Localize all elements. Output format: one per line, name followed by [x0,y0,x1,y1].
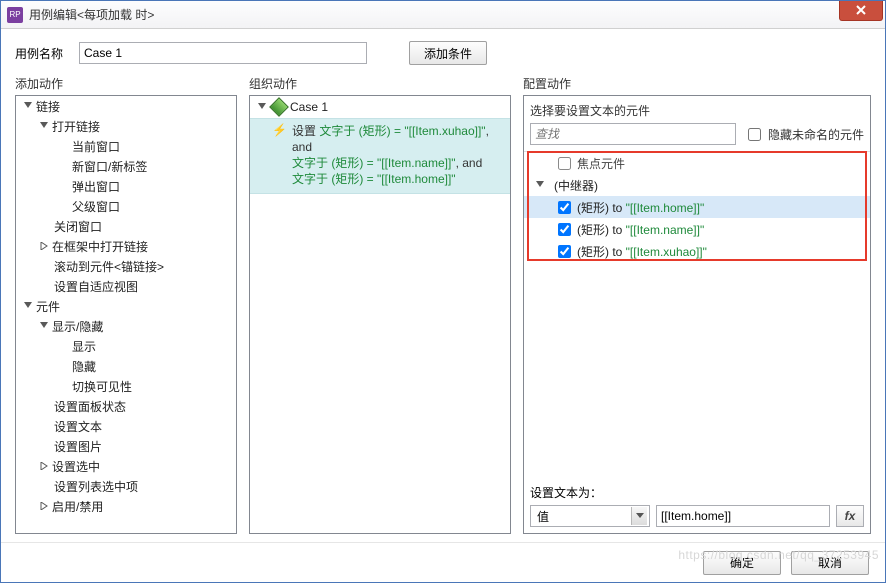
add-condition-button[interactable]: 添加条件 [409,41,487,65]
titlebar: RP 用例编辑<每项加载 时> [1,1,885,29]
hide-unnamed-checkbox[interactable] [748,128,761,141]
action-text: 设置 文字于 (矩形) = "[[Item.xuhao]]", and 文字于 … [292,123,504,187]
tree-show[interactable]: 显示 [16,336,236,356]
repeater-row[interactable]: (中继器) [524,174,870,196]
tree-set-list-sel[interactable]: 设置列表选中项 [16,476,236,496]
tree-open-in-frame[interactable]: 在框架中打开链接 [16,236,236,256]
tree-set-selected[interactable]: 设置选中 [16,456,236,476]
tree-group-link[interactable]: 链接 [16,96,236,116]
close-button[interactable] [839,1,883,21]
tree-toggle-vis[interactable]: 切换可见性 [16,376,236,396]
set-text-label: 设置文本为： [530,484,864,501]
tree-open-link[interactable]: 打开链接 [16,116,236,136]
fx-button[interactable]: fx [836,505,864,527]
value-input[interactable] [656,505,830,527]
dialog-footer: 确定 取消 [1,542,885,582]
focus-component-row[interactable]: 焦点元件 [524,152,870,174]
tree-set-text[interactable]: 设置文本 [16,416,236,436]
widget-checkbox[interactable] [558,201,571,214]
tree-scroll-anchor[interactable]: 滚动到元件<锚链接> [16,256,236,276]
tree-hide[interactable]: 隐藏 [16,356,236,376]
window-title: 用例编辑<每项加载 时> [29,6,839,23]
case-name-input[interactable] [79,42,367,64]
combo-value: 值 [537,508,549,525]
mid-header: 组织动作 [249,75,511,95]
action-item[interactable]: ⚡ 设置 文字于 (矩形) = "[[Item.xuhao]]", and 文字… [250,118,510,194]
case-icon [272,100,286,114]
case-name-label: 用例名称 [15,45,71,62]
focus-checkbox[interactable] [558,157,571,170]
tree-parent-window[interactable]: 父级窗口 [16,196,236,216]
config-panel: 选择要设置文本的元件 隐藏未命名的元件 焦点元件 (中继器) [523,95,871,534]
widget-row-xuhao[interactable]: (矩形) to "[[Item.xuhao]]" [524,240,870,262]
case-label: Case 1 [290,100,328,114]
select-widgets-label: 选择要设置文本的元件 [524,96,870,123]
tree-close-window[interactable]: 关闭窗口 [16,216,236,236]
hide-unnamed-toggle[interactable]: 隐藏未命名的元件 [744,125,864,144]
case-node[interactable]: Case 1 [250,96,510,118]
widget-row-name[interactable]: (矩形) to "[[Item.name]]" [524,218,870,240]
tree-enable-disable[interactable]: 启用/禁用 [16,496,236,516]
chevron-down-icon [631,507,647,525]
bolt-icon: ⚡ [272,123,286,137]
close-icon [856,5,866,15]
tree-set-panel[interactable]: 设置面板状态 [16,396,236,416]
tree-show-hide[interactable]: 显示/隐藏 [16,316,236,336]
widget-row-home[interactable]: (矩形) to "[[Item.home]]" [524,196,870,218]
actions-tree-panel[interactable]: 链接 打开链接 当前窗口 新窗口/新标签 弹出窗口 父级窗口 [15,95,237,534]
tree-adaptive-view[interactable]: 设置自适应视图 [16,276,236,296]
tree-new-window[interactable]: 新窗口/新标签 [16,156,236,176]
widget-checkbox[interactable] [558,223,571,236]
ok-button[interactable]: 确定 [703,551,781,575]
widget-checkbox[interactable] [558,245,571,258]
tree-popup[interactable]: 弹出窗口 [16,176,236,196]
tree-current-window[interactable]: 当前窗口 [16,136,236,156]
tree-set-image[interactable]: 设置图片 [16,436,236,456]
case-panel[interactable]: Case 1 ⚡ 设置 文字于 (矩形) = "[[Item.xuhao]]",… [249,95,511,534]
tree-group-widget[interactable]: 元件 [16,296,236,316]
right-header: 配置动作 [523,75,871,95]
value-type-combo[interactable]: 值 [530,505,650,527]
cancel-button[interactable]: 取消 [791,551,869,575]
app-icon: RP [7,7,23,23]
left-header: 添加动作 [15,75,237,95]
search-input[interactable] [530,123,736,145]
